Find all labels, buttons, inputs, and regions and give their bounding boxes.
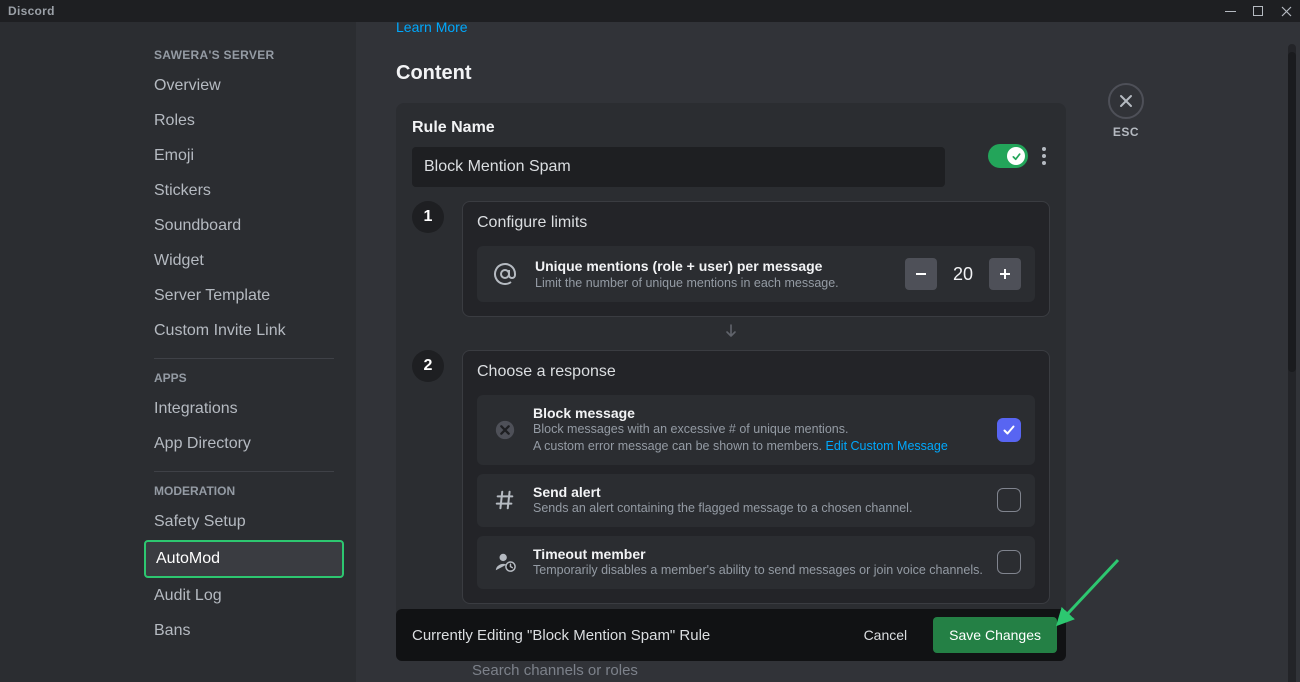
block-icon (491, 416, 519, 444)
check-icon (1007, 147, 1025, 165)
rule-name-label: Rule Name (412, 119, 974, 137)
save-changes-button[interactable]: Save Changes (933, 617, 1057, 653)
response-checkbox[interactable] (997, 418, 1021, 442)
server-name-header: SAWERA'S SERVER (144, 42, 344, 68)
sidebar-item-overview[interactable]: Overview (144, 69, 344, 103)
sidebar-item-integrations[interactable]: Integrations (144, 392, 344, 426)
step-number: 1 (412, 201, 444, 233)
response-title: Send alert (533, 484, 983, 500)
mention-limit-row: Unique mentions (role + user) per messag… (477, 246, 1035, 302)
learn-more-link[interactable]: Learn More (396, 22, 468, 35)
response-subtitle: Block messages with an excessive # of un… (533, 421, 983, 455)
sidebar-category-moderation: MODERATION (144, 482, 344, 504)
response-checkbox[interactable] (997, 550, 1021, 574)
maximize-button[interactable] (1244, 0, 1272, 22)
rule-enabled-toggle[interactable] (988, 144, 1028, 168)
sidebar-item-widget[interactable]: Widget (144, 244, 344, 278)
step-number: 2 (412, 350, 444, 382)
edit-custom-message-link[interactable]: Edit Custom Message (826, 439, 948, 453)
rule-card: Rule Name 1 (396, 103, 1066, 651)
divider (154, 471, 334, 472)
response-block-message[interactable]: Block message Block messages with an exc… (477, 395, 1035, 465)
divider (154, 358, 334, 359)
response-title: Block message (533, 405, 983, 421)
mention-icon (491, 262, 519, 286)
response-subtitle: Sends an alert containing the flagged me… (533, 500, 983, 517)
mention-limit-stepper: 20 (905, 258, 1021, 290)
search-channels-input[interactable]: Search channels or roles (472, 662, 638, 679)
titlebar: Discord (0, 0, 1300, 22)
mention-limit-value: 20 (943, 264, 983, 285)
scrollbar[interactable] (1288, 44, 1296, 682)
sidebar-item-stickers[interactable]: Stickers (144, 174, 344, 208)
unsaved-changes-bar: Currently Editing "Block Mention Spam" R… (396, 609, 1066, 661)
minimize-button[interactable] (1216, 0, 1244, 22)
step-title: Configure limits (477, 214, 1035, 232)
sidebar-item-bans[interactable]: Bans (144, 614, 344, 648)
esc-label: ESC (1108, 125, 1144, 139)
limit-title: Unique mentions (role + user) per messag… (535, 258, 889, 274)
limit-subtitle: Limit the number of unique mentions in e… (535, 276, 889, 290)
cancel-button[interactable]: Cancel (850, 619, 922, 651)
close-button[interactable] (1272, 0, 1300, 22)
response-title: Timeout member (533, 546, 983, 562)
section-title: Content (396, 62, 1066, 85)
choose-response-panel: Choose a response Block message Block me… (462, 350, 1050, 604)
rule-name-input[interactable] (412, 147, 945, 187)
sidebar-item-custom-invite-link[interactable]: Custom Invite Link (144, 314, 344, 348)
window-controls (1216, 0, 1300, 22)
sidebar-item-server-template[interactable]: Server Template (144, 279, 344, 313)
response-timeout-member[interactable]: Timeout member Temporarily disables a me… (477, 536, 1035, 589)
rule-options-button[interactable] (1038, 143, 1050, 169)
response-checkbox[interactable] (997, 488, 1021, 512)
app-name: Discord (8, 4, 55, 18)
response-subtitle: Temporarily disables a member's ability … (533, 562, 983, 579)
sidebar-item-automod[interactable]: AutoMod (144, 540, 344, 578)
step-title: Choose a response (477, 363, 1035, 381)
sidebar-item-roles[interactable]: Roles (144, 104, 344, 138)
settings-sidebar: SAWERA'S SERVER Overview Roles Emoji Sti… (0, 22, 356, 682)
decrement-button[interactable] (905, 258, 937, 290)
sidebar-category-apps: APPS (144, 369, 344, 391)
sidebar-item-emoji[interactable]: Emoji (144, 139, 344, 173)
unsaved-changes-text: Currently Editing "Block Mention Spam" R… (412, 627, 838, 644)
configure-limits-panel: Configure limits Unique mentions (role +… (462, 201, 1050, 317)
sidebar-item-safety-setup[interactable]: Safety Setup (144, 505, 344, 539)
increment-button[interactable] (989, 258, 1021, 290)
arrow-down-icon (412, 317, 1050, 350)
hash-icon (491, 486, 519, 514)
close-settings-button[interactable] (1108, 83, 1144, 119)
response-send-alert[interactable]: Send alert Sends an alert containing the… (477, 474, 1035, 527)
sidebar-item-audit-log[interactable]: Audit Log (144, 579, 344, 613)
sidebar-item-soundboard[interactable]: Soundboard (144, 209, 344, 243)
sidebar-item-app-directory[interactable]: App Directory (144, 427, 344, 461)
settings-main: Learn More ESC Content Rule Name (356, 22, 1300, 682)
timeout-icon (491, 548, 519, 576)
